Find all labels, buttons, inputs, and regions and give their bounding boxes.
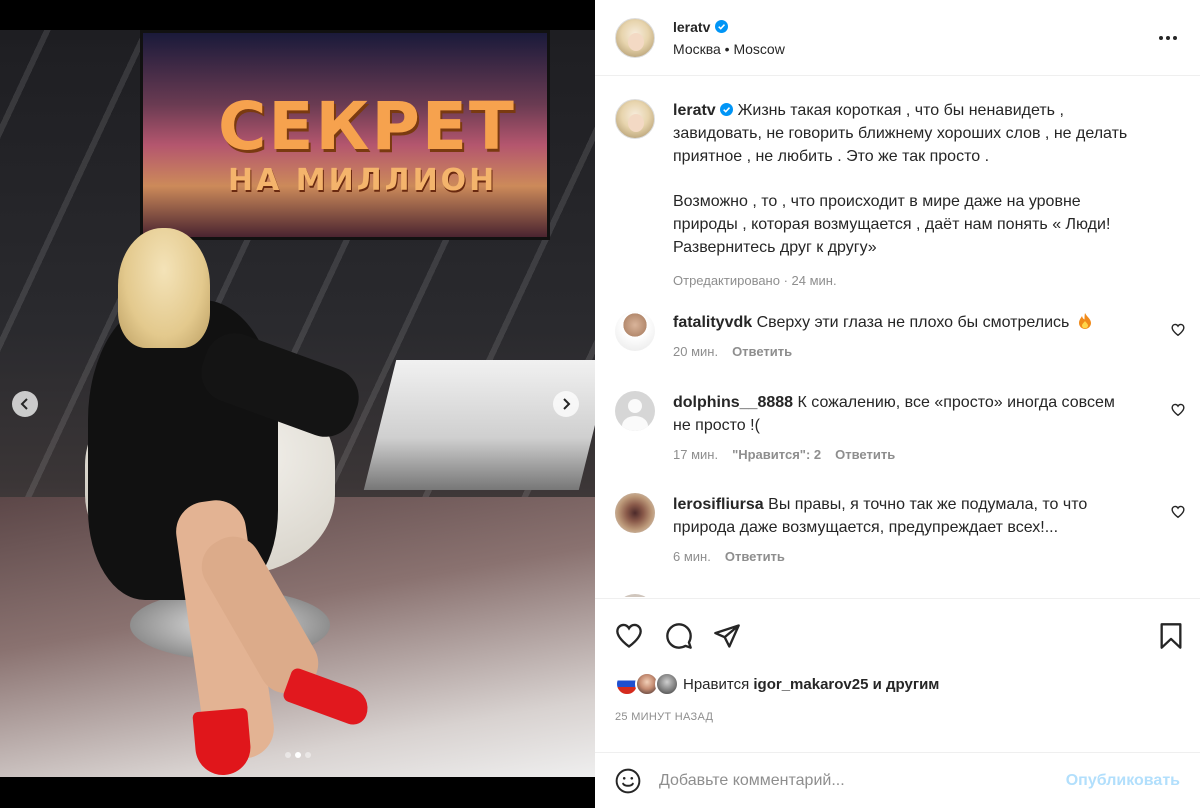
caption-text-line: Жизнь такая короткая , что бы ненавидеть…: [737, 102, 1064, 119]
comment-input[interactable]: [659, 771, 1066, 790]
post-actions-bar: [595, 598, 1200, 660]
screen-subtitle: НА МИЛЛИОН: [228, 163, 498, 198]
instagram-post-view: СЕКРЕТ НА МИЛЛИОН leratv Москва • Moscow…: [0, 0, 1200, 808]
commenter-avatar[interactable]: [615, 594, 655, 597]
author-avatar[interactable]: [615, 17, 655, 58]
post-location[interactable]: Москва • Moscow: [673, 41, 785, 57]
comment-text: К сожалению, все «просто» иногда совсем: [797, 394, 1115, 411]
carousel-indicator: [0, 752, 595, 758]
more-options-button[interactable]: [1156, 30, 1180, 46]
media-area: СЕКРЕТ НА МИЛЛИОН: [0, 0, 595, 808]
commenter-avatar[interactable]: [615, 391, 655, 431]
reply-button[interactable]: Ответить: [835, 447, 895, 462]
caption-text-line: завидовать, не говорить ближнему хороших…: [673, 125, 1128, 142]
like-heart-icon[interactable]: [615, 622, 643, 650]
like-comment-heart-icon[interactable]: [1171, 323, 1185, 337]
post-header: leratv Москва • Moscow: [595, 0, 1200, 76]
comments-section[interactable]: leratv Жизнь такая короткая , что бы нен…: [595, 77, 1200, 597]
screen-title: СЕКРЕТ: [218, 88, 516, 165]
post-timestamp[interactable]: 25 МИНУТ НАЗАД: [615, 711, 713, 723]
comment-text: не просто !(: [673, 417, 760, 434]
comment-item: dolphins__8888 К сожалению, все «просто»…: [615, 391, 1185, 462]
carousel-dot: [304, 752, 311, 758]
verified-badge-icon: [720, 103, 734, 116]
comment-username[interactable]: dolphins__8888: [673, 394, 793, 411]
comment-bubble-icon[interactable]: [665, 622, 693, 650]
carousel-dot: [284, 752, 291, 758]
carousel-dot-active: [294, 752, 301, 758]
chevron-right-icon: [563, 398, 571, 410]
comment-time: 17 мин.: [673, 447, 719, 462]
emoji-smiley-icon[interactable]: [615, 768, 641, 794]
author-username[interactable]: leratv: [673, 19, 710, 35]
share-send-icon[interactable]: [713, 622, 741, 650]
comment-time: 20 мин.: [673, 344, 719, 359]
comment-text: природа даже возмущается, предупреждает …: [673, 519, 1059, 536]
reply-button[interactable]: Ответить: [725, 549, 785, 564]
post-side-panel: leratv Москва • Moscow leratv Жизнь така…: [595, 0, 1200, 808]
liker-username[interactable]: igor_makarov25: [753, 676, 868, 693]
bookmark-save-icon[interactable]: [1157, 622, 1185, 650]
caption-author-avatar[interactable]: [615, 99, 655, 139]
comment-time: 6 мин.: [673, 549, 711, 564]
carousel-next-button[interactable]: [553, 391, 579, 417]
like-comment-heart-icon[interactable]: [1171, 505, 1185, 519]
likes-prefix: Нравится: [683, 675, 750, 693]
caption-text-line: Развернитесь друг к другу»: [673, 239, 877, 256]
comment-item: fatalityvdk Сверху эти глаза не плохо бы…: [615, 311, 1185, 359]
like-comment-heart-icon[interactable]: [1171, 403, 1185, 417]
publish-comment-button[interactable]: Опубликовать: [1066, 772, 1180, 790]
likes-suffix[interactable]: и другим: [873, 676, 940, 693]
comment-username[interactable]: fatalityvdk: [673, 314, 752, 331]
post-caption: leratv Жизнь такая короткая , что бы нен…: [615, 99, 1175, 292]
comment-username[interactable]: lerosifliursa: [673, 496, 764, 513]
comment-text: Вы правы, я точно так же подумала, то чт…: [768, 496, 1088, 513]
tv-screen: СЕКРЕТ НА МИЛЛИОН: [140, 30, 550, 240]
comment-likes-count[interactable]: "Нравится": 2: [732, 447, 821, 462]
caption-text-line: природы , которая возмущается , даёт нам…: [673, 216, 1111, 233]
commenter-avatar[interactable]: [615, 311, 655, 351]
commenter-avatar[interactable]: [615, 493, 655, 533]
caption-meta: Отредактировано · 24 мин.: [673, 273, 837, 288]
comment-item: lerosifliursa Вы правы, я точно так же п…: [615, 493, 1185, 564]
comment-text: Сверху эти глаза не плохо бы смотрелись: [756, 314, 1070, 331]
verified-badge-icon: [715, 20, 729, 33]
more-dots-icon: [1159, 36, 1163, 40]
carousel-prev-button[interactable]: [12, 391, 38, 417]
caption-username[interactable]: leratv: [673, 102, 716, 119]
reply-button[interactable]: Ответить: [732, 344, 792, 359]
post-photo[interactable]: СЕКРЕТ НА МИЛЛИОН: [0, 30, 595, 777]
add-comment-bar: Опубликовать: [595, 752, 1200, 808]
likers-avatars[interactable]: [615, 672, 679, 696]
chevron-left-icon: [20, 398, 28, 410]
likes-summary: Нравится igor_makarov25 и другим: [615, 672, 939, 696]
caption-text-line: Возможно , то , что происходит в мире да…: [673, 193, 1081, 210]
caption-text-line: приятное , не любить . Это же так просто…: [673, 148, 990, 165]
liker-avatar: [655, 672, 679, 696]
fire-icon: [1078, 313, 1091, 329]
